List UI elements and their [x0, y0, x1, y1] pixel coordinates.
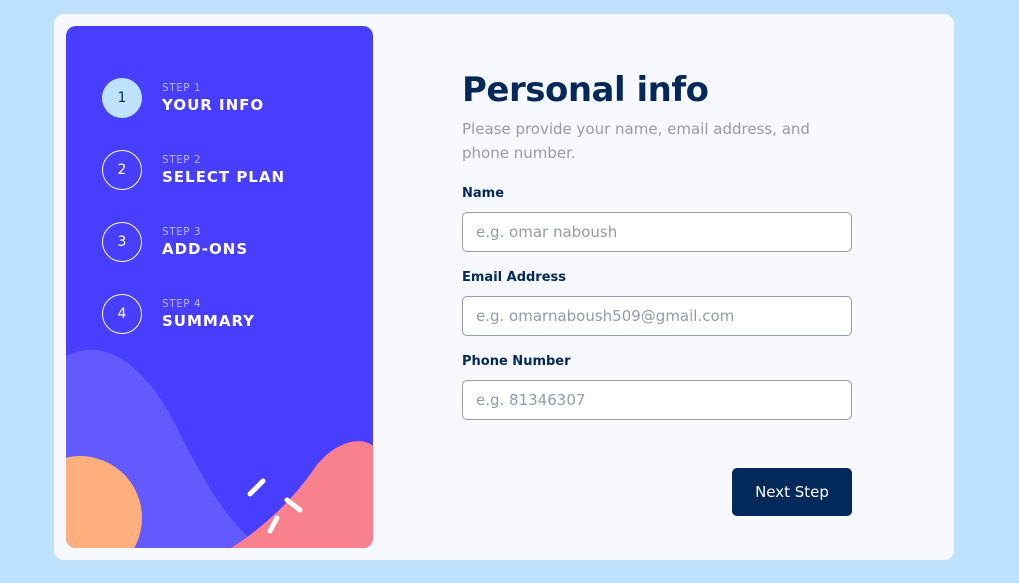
- step-label: STEP 4: [162, 298, 202, 310]
- form-card: 1 STEP 1 YOUR INFO 2 STEP 2 SELECT PLAN …: [54, 14, 954, 560]
- sidebar-step-1[interactable]: 1 STEP 1 YOUR INFO: [102, 78, 264, 118]
- step-title: ADD-ONS: [162, 240, 249, 258]
- sidebar-step-2[interactable]: 2 STEP 2 SELECT PLAN: [102, 150, 285, 190]
- step-title: SUMMARY: [162, 312, 256, 330]
- step-number-badge: 2: [102, 150, 142, 190]
- step-label: STEP 2: [162, 154, 202, 166]
- next-step-button[interactable]: Next Step: [732, 468, 852, 516]
- step-number-badge: 1: [102, 78, 142, 118]
- sidebar-step-4[interactable]: 4 STEP 4 SUMMARY: [102, 294, 255, 334]
- phone-label: Phone Number: [462, 354, 571, 369]
- step-number-badge: 4: [102, 294, 142, 334]
- page-subtitle: Please provide your name, email address,…: [462, 120, 810, 162]
- page-title: Personal info: [462, 70, 709, 110]
- step-title: YOUR INFO: [162, 96, 265, 114]
- sidebar-step-3[interactable]: 3 STEP 3 ADD-ONS: [102, 222, 248, 262]
- step-title: SELECT PLAN: [162, 168, 286, 186]
- phone-field[interactable]: [462, 380, 852, 420]
- email-field[interactable]: [462, 296, 852, 336]
- email-label: Email Address: [462, 270, 567, 285]
- step-label: STEP 3: [162, 226, 202, 238]
- name-field[interactable]: [462, 212, 852, 252]
- step-label: STEP 1: [162, 82, 202, 94]
- name-label: Name: [462, 186, 505, 201]
- step-number-badge: 3: [102, 222, 142, 262]
- sidebar: 1 STEP 1 YOUR INFO 2 STEP 2 SELECT PLAN …: [66, 26, 373, 548]
